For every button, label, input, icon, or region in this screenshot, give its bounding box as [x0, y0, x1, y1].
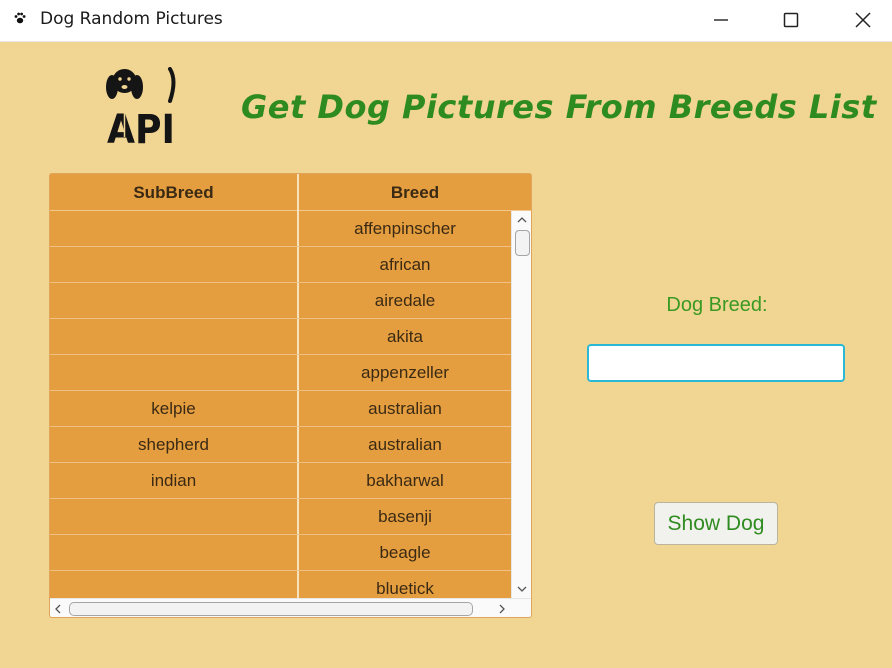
breed-cell: basenji	[378, 507, 432, 526]
breed-cell: bakharwal	[366, 471, 444, 490]
horizontal-scrollbar[interactable]	[50, 598, 531, 617]
table-row[interactable]: airedale	[50, 283, 511, 319]
breed-cell: bluetick	[376, 579, 434, 598]
breed-cell: australian	[368, 435, 442, 454]
breed-cell: akita	[387, 327, 423, 346]
subbreed-cell	[50, 247, 297, 282]
dog-api-logo: API	[106, 67, 176, 145]
breed-cell: airedale	[374, 291, 436, 310]
subbreed-cell	[50, 499, 297, 534]
subbreed-cell: kelpie	[151, 399, 196, 418]
scroll-right-icon[interactable]	[495, 602, 509, 616]
page-heading: Get Dog Pictures From Breeds List	[241, 88, 877, 126]
breed-cell: african	[379, 255, 431, 274]
table-row[interactable]: appenzeller	[50, 355, 511, 391]
breed-cell: australian	[368, 399, 442, 418]
window-title: Dog Random Pictures	[40, 9, 223, 29]
table-header: SubBreed Breed	[50, 174, 531, 211]
subbreed-cell: indian	[150, 471, 197, 490]
table-row[interactable]: basenji	[50, 499, 511, 535]
table-row[interactable]: beagle	[50, 535, 511, 571]
table-row[interactable]: kelpie australian	[50, 391, 511, 427]
subbreed-cell	[50, 319, 297, 354]
horizontal-scroll-thumb[interactable]	[69, 602, 473, 616]
vertical-scrollbar[interactable]	[511, 211, 531, 598]
breed-cell: beagle	[379, 543, 431, 562]
column-header-breed[interactable]: Breed	[299, 174, 531, 210]
table-row[interactable]: indian bakharwal	[50, 463, 511, 499]
table-row[interactable]: african	[50, 247, 511, 283]
table-row[interactable]: akita	[50, 319, 511, 355]
minimize-icon	[714, 19, 728, 21]
svg-text:API: API	[107, 107, 175, 145]
dog-breed-input[interactable]	[587, 344, 845, 382]
breed-cell: affenpinscher	[354, 219, 456, 238]
scroll-left-icon[interactable]	[51, 602, 65, 616]
subbreed-cell	[50, 535, 297, 570]
table-row[interactable]: shepherd australian	[50, 427, 511, 463]
subbreed-cell: shepherd	[138, 435, 209, 454]
subbreed-cell	[50, 283, 297, 318]
maximize-button[interactable]	[768, 0, 814, 41]
table-body: affenpinscher african airedale akita app…	[50, 211, 511, 598]
title-bar: Dog Random Pictures	[0, 0, 892, 42]
minimize-button[interactable]	[698, 0, 744, 41]
dog-breed-label: Dog Breed:	[666, 294, 768, 316]
breeds-table[interactable]: SubBreed Breed affenpinscher african air…	[49, 173, 532, 618]
paw-icon	[14, 12, 26, 24]
scroll-down-icon[interactable]	[515, 582, 529, 596]
scroll-up-icon[interactable]	[515, 213, 529, 227]
close-button[interactable]	[840, 0, 886, 41]
table-row[interactable]: affenpinscher	[50, 211, 511, 247]
show-dog-button[interactable]: Show Dog	[654, 502, 778, 545]
subbreed-cell	[50, 211, 297, 246]
close-icon	[855, 12, 871, 28]
subbreed-cell	[50, 355, 297, 390]
vertical-scroll-thumb[interactable]	[515, 230, 530, 256]
subbreed-cell	[50, 571, 297, 598]
breed-cell: appenzeller	[361, 363, 449, 382]
maximize-icon	[783, 12, 799, 28]
table-row[interactable]: bluetick	[50, 571, 511, 598]
column-header-subbreed[interactable]: SubBreed	[50, 174, 297, 210]
